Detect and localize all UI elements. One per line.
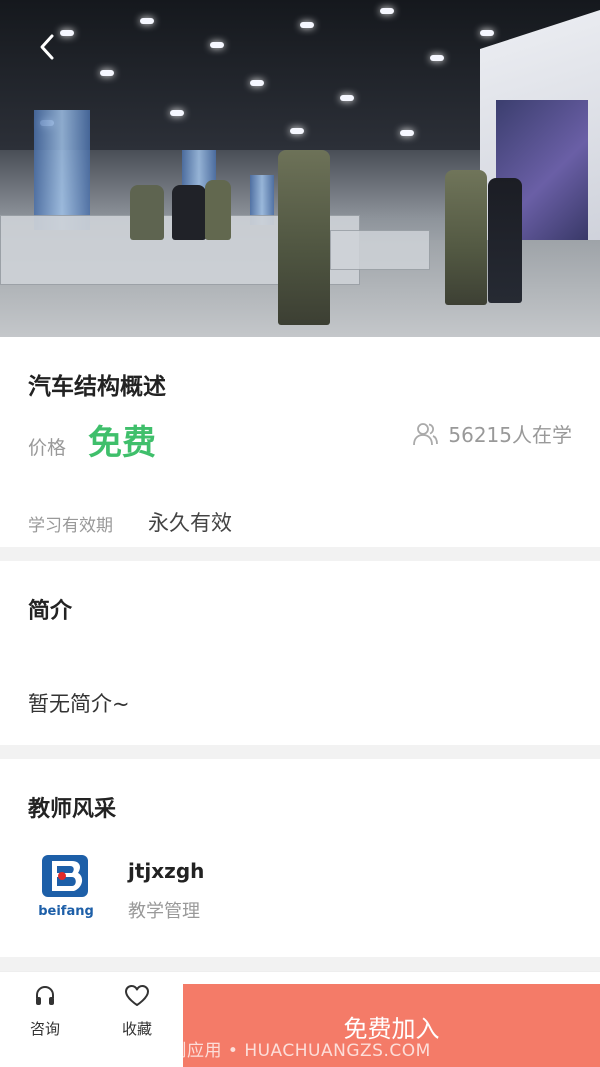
favorite-button[interactable]: 收藏 xyxy=(102,984,172,1039)
beifang-logo-icon: beifang xyxy=(38,855,94,919)
price-value: 免费 xyxy=(88,423,156,463)
price-label: 价格 xyxy=(28,437,67,459)
back-button[interactable] xyxy=(30,30,64,64)
teacher-section: 教师风采 beifang jtjxzgh 教学管理 xyxy=(0,759,600,957)
heart-icon xyxy=(125,985,149,1006)
teacher-name[interactable]: jtjxzgh xyxy=(128,859,204,883)
users-icon xyxy=(413,422,439,445)
course-info-card: 汽车结构概述 价格 免费 56215人在学 学习有效期 永久有效 xyxy=(0,337,600,547)
teacher-avatar[interactable]: beifang xyxy=(30,851,102,921)
chevron-left-icon xyxy=(40,34,54,60)
favorite-label: 收藏 xyxy=(121,1020,152,1038)
learner-count-text: 56215人在学 xyxy=(448,423,572,447)
intro-title: 简介 xyxy=(28,599,73,624)
headset-icon xyxy=(36,986,54,1005)
teacher-section-title: 教师风采 xyxy=(28,797,117,822)
learner-count: 56215人在学 xyxy=(412,419,572,448)
svg-text:beifang: beifang xyxy=(38,904,94,919)
consult-label: 咨询 xyxy=(29,1020,60,1038)
consult-button[interactable]: 咨询 xyxy=(10,984,80,1039)
intro-section: 简介 暂无简介~ xyxy=(0,561,600,745)
validity-value: 永久有效 xyxy=(148,511,232,535)
intro-text: 暂无简介~ xyxy=(28,692,130,716)
course-cover-image xyxy=(0,0,600,337)
watermark: 华创应用 • HUACHUANGZS.COM xyxy=(152,1041,431,1061)
teacher-role: 教学管理 xyxy=(128,901,200,922)
course-title: 汽车结构概述 xyxy=(28,374,166,400)
validity-label: 学习有效期 xyxy=(28,516,113,536)
